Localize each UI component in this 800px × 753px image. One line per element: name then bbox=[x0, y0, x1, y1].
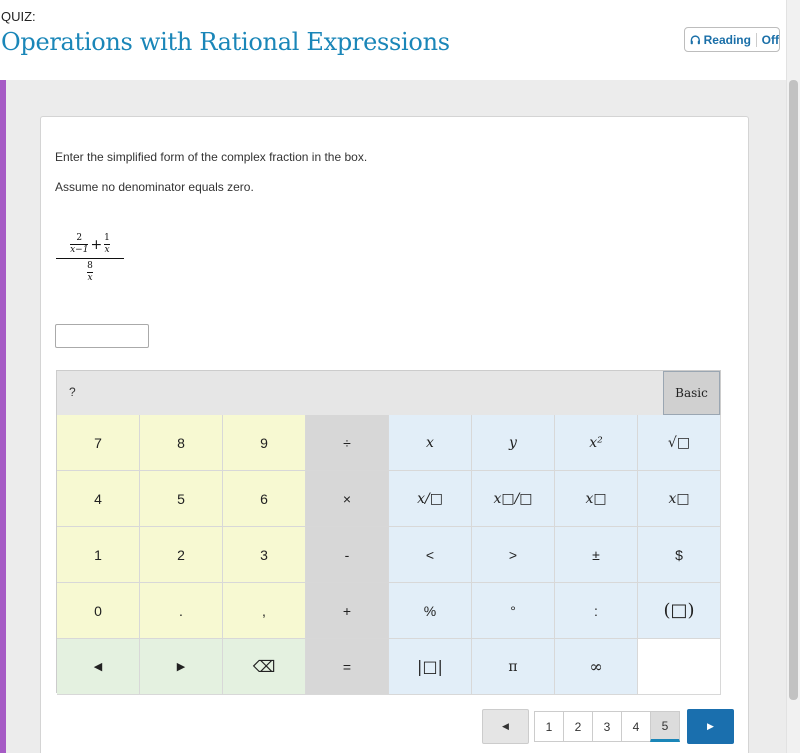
term2-numerator: 1 bbox=[104, 233, 110, 243]
quiz-label: QUIZ: bbox=[1, 9, 36, 24]
fraction-term-2: 1 x bbox=[104, 234, 110, 255]
key-exponent[interactable]: x□ bbox=[555, 471, 638, 527]
key-plus[interactable]: + bbox=[306, 583, 389, 639]
key-multiply[interactable]: × bbox=[306, 471, 389, 527]
previous-question-button[interactable]: ◀ bbox=[482, 709, 529, 744]
key-y[interactable]: y bbox=[472, 415, 555, 471]
plus-operator: + bbox=[90, 236, 103, 253]
term1-denominator: x−1 bbox=[70, 245, 89, 255]
reading-divider bbox=[755, 32, 757, 47]
key-dollar[interactable]: $ bbox=[638, 527, 721, 583]
key-x[interactable]: x bbox=[389, 415, 472, 471]
key-5[interactable]: 5 bbox=[140, 471, 223, 527]
reading-toggle-button[interactable]: Reading Off bbox=[684, 27, 780, 52]
key-backspace[interactable]: ⌫ bbox=[223, 639, 306, 695]
key-subscript[interactable]: x□ bbox=[638, 471, 721, 527]
keypad-mode-basic-tab[interactable]: Basic bbox=[663, 371, 720, 415]
key-comma[interactable]: , bbox=[223, 583, 306, 639]
question-instruction: Enter the simplified form of the complex… bbox=[55, 150, 368, 164]
key-plus-minus[interactable]: ± bbox=[555, 527, 638, 583]
key-infinity[interactable]: ∞ bbox=[555, 639, 638, 695]
page-5-button[interactable]: 5 bbox=[650, 711, 680, 742]
key-1[interactable]: 1 bbox=[57, 527, 140, 583]
key-divide[interactable]: ÷ bbox=[306, 415, 389, 471]
answer-input[interactable] bbox=[55, 324, 149, 348]
reading-label: Reading bbox=[703, 32, 751, 47]
page-4-button[interactable]: 4 bbox=[621, 711, 651, 742]
complex-fraction: 2 x−1 + 1 x 8 x bbox=[56, 234, 124, 283]
key-parentheses[interactable]: (□) bbox=[638, 583, 721, 639]
key-less-than[interactable]: < bbox=[389, 527, 472, 583]
accent-bar bbox=[0, 80, 6, 753]
key-colon[interactable]: : bbox=[555, 583, 638, 639]
key-2[interactable]: 2 bbox=[140, 527, 223, 583]
keypad-toolbar: ? Basic bbox=[57, 371, 720, 415]
keypad-grid: 7 8 9 ÷ x y x² √□ 4 5 6 × x/□ x□/□ x□ x□… bbox=[57, 415, 721, 695]
key-mixed-fraction[interactable]: x□/□ bbox=[472, 471, 555, 527]
key-greater-than[interactable]: > bbox=[472, 527, 555, 583]
key-cursor-left[interactable]: ◀ bbox=[57, 639, 140, 695]
headphones-icon bbox=[690, 34, 700, 44]
key-absolute-value[interactable]: |□| bbox=[389, 639, 472, 695]
quiz-header: QUIZ: Operations with Rational Expressio… bbox=[0, 0, 786, 80]
question-assumption: Assume no denominator equals zero. bbox=[55, 180, 254, 194]
key-9[interactable]: 9 bbox=[223, 415, 306, 471]
key-decimal[interactable]: . bbox=[140, 583, 223, 639]
key-x-squared[interactable]: x² bbox=[555, 415, 638, 471]
key-degree[interactable]: ° bbox=[472, 583, 555, 639]
next-question-button[interactable]: ▶ bbox=[687, 709, 734, 744]
key-fraction[interactable]: x/□ bbox=[389, 471, 472, 527]
page-2-button[interactable]: 2 bbox=[563, 711, 593, 742]
key-6[interactable]: 6 bbox=[223, 471, 306, 527]
key-0[interactable]: 0 bbox=[57, 583, 140, 639]
reading-state: Off bbox=[761, 32, 779, 47]
key-pi[interactable]: π bbox=[472, 639, 555, 695]
question-pagination: ◀ 1 2 3 4 5 ▶ bbox=[482, 709, 734, 744]
key-square-root[interactable]: √□ bbox=[638, 415, 721, 471]
page-1-button[interactable]: 1 bbox=[534, 711, 564, 742]
key-7[interactable]: 7 bbox=[57, 415, 140, 471]
fraction-term-1: 2 x−1 bbox=[70, 233, 89, 255]
key-empty bbox=[638, 639, 721, 695]
key-percent[interactable]: % bbox=[389, 583, 472, 639]
keypad-help-button[interactable]: ? bbox=[69, 385, 76, 399]
term1-numerator: 2 bbox=[76, 233, 83, 243]
math-keypad: ? Basic 7 8 9 ÷ x y x² √□ 4 5 6 × x/□ x□… bbox=[56, 370, 721, 695]
scrollbar-thumb[interactable] bbox=[789, 80, 798, 700]
page-title: Operations with Rational Expressions bbox=[1, 28, 450, 56]
page-scrollbar[interactable] bbox=[786, 0, 800, 753]
key-equals[interactable]: = bbox=[306, 639, 389, 695]
key-cursor-right[interactable]: ▶ bbox=[140, 639, 223, 695]
main-denominator-numerator: 8 bbox=[87, 261, 93, 271]
key-8[interactable]: 8 bbox=[140, 415, 223, 471]
page-3-button[interactable]: 3 bbox=[592, 711, 622, 742]
key-3[interactable]: 3 bbox=[223, 527, 306, 583]
key-4[interactable]: 4 bbox=[57, 471, 140, 527]
main-denominator-denominator: x bbox=[87, 273, 93, 283]
main-denominator: 8 x bbox=[87, 262, 93, 283]
key-minus[interactable]: - bbox=[306, 527, 389, 583]
term2-denominator: x bbox=[104, 245, 110, 255]
